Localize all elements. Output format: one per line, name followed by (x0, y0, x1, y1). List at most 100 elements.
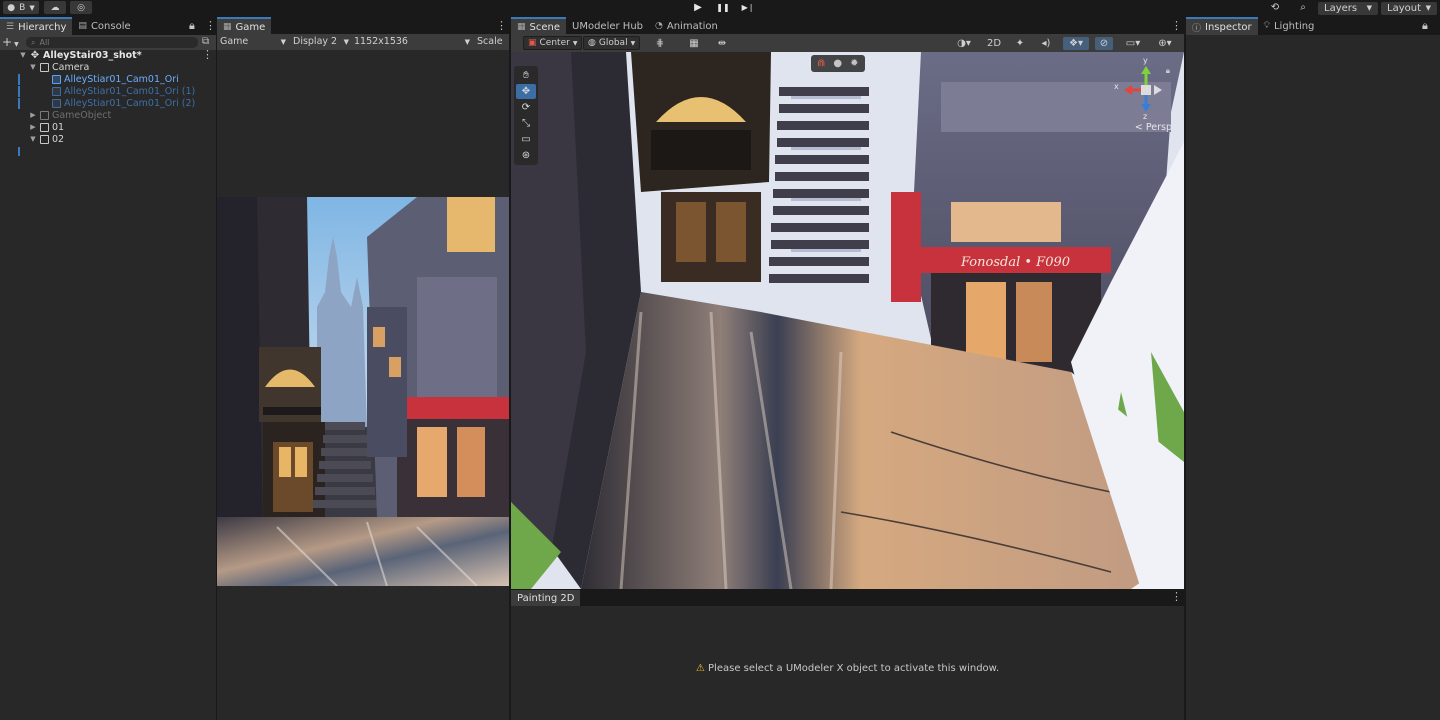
warning-icon: ⚠ (695, 663, 705, 674)
gizmos-toggle-icon[interactable]: ⊕▾ (1151, 37, 1179, 50)
tab-game[interactable]: ▦ Game (217, 17, 272, 35)
scene-root[interactable]: ▼ ✥ AlleyStair03_shot* ⋮ (19, 48, 214, 61)
search-button[interactable]: ⌕ (1292, 0, 1314, 14)
animation-icon: ◔ (655, 21, 663, 31)
play-button[interactable]: ▶ (687, 0, 709, 14)
step-icon: ▶❘ (741, 2, 755, 12)
hierarchy-search-input[interactable]: ⌕ All (26, 37, 198, 48)
chevron-down-icon: ▼ (572, 39, 578, 47)
tab-inspector[interactable]: ⓘ Inspector (1186, 17, 1258, 35)
tree-item-camera[interactable]: ▼ Camera (29, 61, 89, 73)
pause-button[interactable]: ❚❚ (712, 0, 734, 14)
empty-state-message: ⚠ Please select a UModeler X object to a… (695, 663, 1000, 674)
tab-lighting[interactable]: 💡︎ Lighting (1258, 17, 1321, 35)
display-dropdown[interactable]: Display 2 ▼ (293, 36, 349, 47)
resolution-dropdown[interactable]: 1152x1536 ▼ (354, 36, 470, 47)
pivot-mode-dropdown[interactable]: ▣ Center ▼ (523, 36, 583, 50)
chevron-down-icon: ▼ (1425, 4, 1431, 12)
sphere-icon[interactable]: ● (833, 58, 842, 69)
grid-visibility-icon[interactable]: ▦ (685, 37, 703, 50)
more-menu-icon[interactable]: ⋮ (1171, 590, 1182, 603)
hierarchy-tabbar: ☰ Hierarchy ▤ Console 🔒︎ ⋮ (0, 17, 216, 35)
chevron-down-icon: ▼ (630, 39, 636, 47)
inspector-tabbar: ⓘ Inspector 💡︎ Lighting 🔒︎ (1186, 17, 1440, 35)
tab-scene[interactable]: ▦ Scene (511, 17, 567, 35)
increment-snap-icon[interactable]: ⇹ (713, 37, 731, 50)
scale-tool-icon[interactable]: ⤡ (516, 116, 536, 131)
shading-mode-icon[interactable]: ◑▾ (952, 37, 976, 50)
step-button[interactable]: ▶❘ (737, 0, 759, 14)
scene-menu-icon[interactable]: ⋮ (202, 48, 213, 61)
more-menu-icon[interactable]: ⋮ (205, 19, 216, 32)
collab-button[interactable]: ◎ (70, 1, 92, 14)
cloud-button[interactable]: ☁ (44, 1, 66, 14)
projection-toggle[interactable]: < Persp (1135, 122, 1172, 133)
more-menu-icon[interactable]: ⋮ (1171, 19, 1182, 32)
play-icon: ▶ (694, 1, 702, 13)
move-tool-icon[interactable]: ✥ (516, 84, 536, 99)
chevron-down-icon: ▼ (343, 37, 349, 46)
painting2d-panel: Painting 2D ⋮ ⚠ Please select a UModeler… (511, 590, 1184, 720)
selection-indicator (18, 86, 20, 97)
selection-indicator (18, 98, 20, 109)
tab-animation[interactable]: ◔ Animation (649, 17, 724, 35)
info-icon: ⓘ (1192, 23, 1202, 34)
lock-icon[interactable]: 🔒︎ (189, 19, 195, 33)
umodeler-icon[interactable]: ⋒ (817, 58, 825, 69)
selection-indicator (18, 147, 20, 156)
settings-gear-icon[interactable]: ✹ (850, 58, 858, 69)
transform-tool-icon[interactable]: ⊛ (516, 148, 536, 163)
camera-settings-icon[interactable]: ▭▾ (1121, 37, 1145, 50)
game-mode-dropdown[interactable]: Game ▼ (220, 36, 286, 47)
toggle-2d-button[interactable]: 2D (983, 37, 1005, 50)
painting-tabbar: Painting 2D ⋮ (511, 590, 1184, 606)
undo-history-button[interactable]: ⟲ (1264, 0, 1286, 14)
tree-item-prefab-cam[interactable]: AlleyStiar01_Cam01_Ori (41, 73, 179, 85)
pivot-rotation-dropdown[interactable]: ◍ Global ▼ (583, 36, 641, 50)
lighting-toggle-icon[interactable]: ✦ (1011, 37, 1029, 50)
scene-viewport[interactable]: Fonosdal • F090 ✋︎ ✥ ⟳ ⤡ ▭ ⊛ ⋒ ● ✹ 🔒︎ y … (511, 52, 1184, 589)
main-toolbar: ● B ▼ ☁ ◎ ▶ ❚❚ ▶❘ ⟲ ⌕ Layers ▼ Layout ▼ (0, 0, 1440, 16)
lock-icon[interactable]: 🔒︎ (1422, 19, 1428, 33)
tool-palette: ✋︎ ✥ ⟳ ⤡ ▭ ⊛ (514, 66, 538, 165)
collapse-arrow-icon: ▶ (30, 123, 36, 131)
rotate-tool-icon[interactable]: ⟳ (516, 100, 536, 115)
layout-dropdown[interactable]: Layout ▼ (1381, 1, 1437, 15)
orientation-gizmo[interactable]: 🔒︎ y x z (1114, 56, 1176, 121)
globe-icon: ◍ (588, 38, 596, 48)
rect-tool-icon[interactable]: ▭ (516, 132, 536, 147)
grid-icon: ▦ (517, 22, 526, 32)
effects-toggle-icon[interactable]: ❖▾ (1063, 37, 1089, 50)
scene-tabbar: ▦ Scene UModeler Hub ◔ Animation ⋮ (511, 17, 1184, 35)
tree-item-prefab-cam-2[interactable]: AlleyStiar01_Cam01_Ori (2) (41, 97, 195, 109)
tree-item-gameobject[interactable]: ▶ GameObject (29, 109, 111, 121)
tree-item-02[interactable]: ▼ 02 (29, 133, 64, 145)
center-pivot-icon: ▣ (528, 38, 537, 48)
audio-toggle-icon[interactable]: ◂) (1037, 37, 1055, 50)
filter-icon[interactable]: ⧉ (202, 36, 209, 47)
account-dropdown[interactable]: ● B ▼ (3, 1, 39, 14)
hand-tool-icon[interactable]: ✋︎ (516, 68, 536, 83)
add-object-button[interactable]: + ▼ (2, 35, 19, 49)
console-icon: ▤ (78, 21, 87, 31)
tree-item-01[interactable]: ▶ 01 (29, 121, 64, 133)
prefab-icon (52, 98, 61, 108)
search-icon: ⌕ (1300, 1, 1306, 13)
tab-console[interactable]: ▤ Console (72, 17, 136, 35)
tab-hierarchy[interactable]: ☰ Hierarchy (0, 17, 73, 35)
chevron-down-icon: ▼ (1366, 4, 1372, 12)
grid-snap-icon[interactable]: ⋕ (651, 37, 669, 50)
tab-painting-2d[interactable]: Painting 2D (511, 590, 581, 606)
tree-item-prefab-cam-1[interactable]: AlleyStiar01_Cam01_Ori (1) (41, 85, 195, 97)
tab-umodeler-hub[interactable]: UModeler Hub (566, 17, 649, 35)
scale-slider[interactable]: Scale (477, 36, 503, 47)
hidden-objects-icon[interactable]: ⊘ (1095, 37, 1113, 50)
lock-icon[interactable]: 🔒︎ (1166, 66, 1170, 76)
selection-indicator (18, 74, 20, 85)
lightbulb-icon: 💡︎ (1263, 21, 1270, 31)
more-menu-icon[interactable]: ⋮ (496, 19, 507, 32)
playback-controls: ▶ ❚❚ ▶❘ (687, 0, 759, 14)
layers-dropdown[interactable]: Layers ▼ (1318, 1, 1378, 15)
chevron-down-icon: ▼ (14, 41, 19, 48)
chevron-down-icon: ▼ (280, 37, 286, 46)
